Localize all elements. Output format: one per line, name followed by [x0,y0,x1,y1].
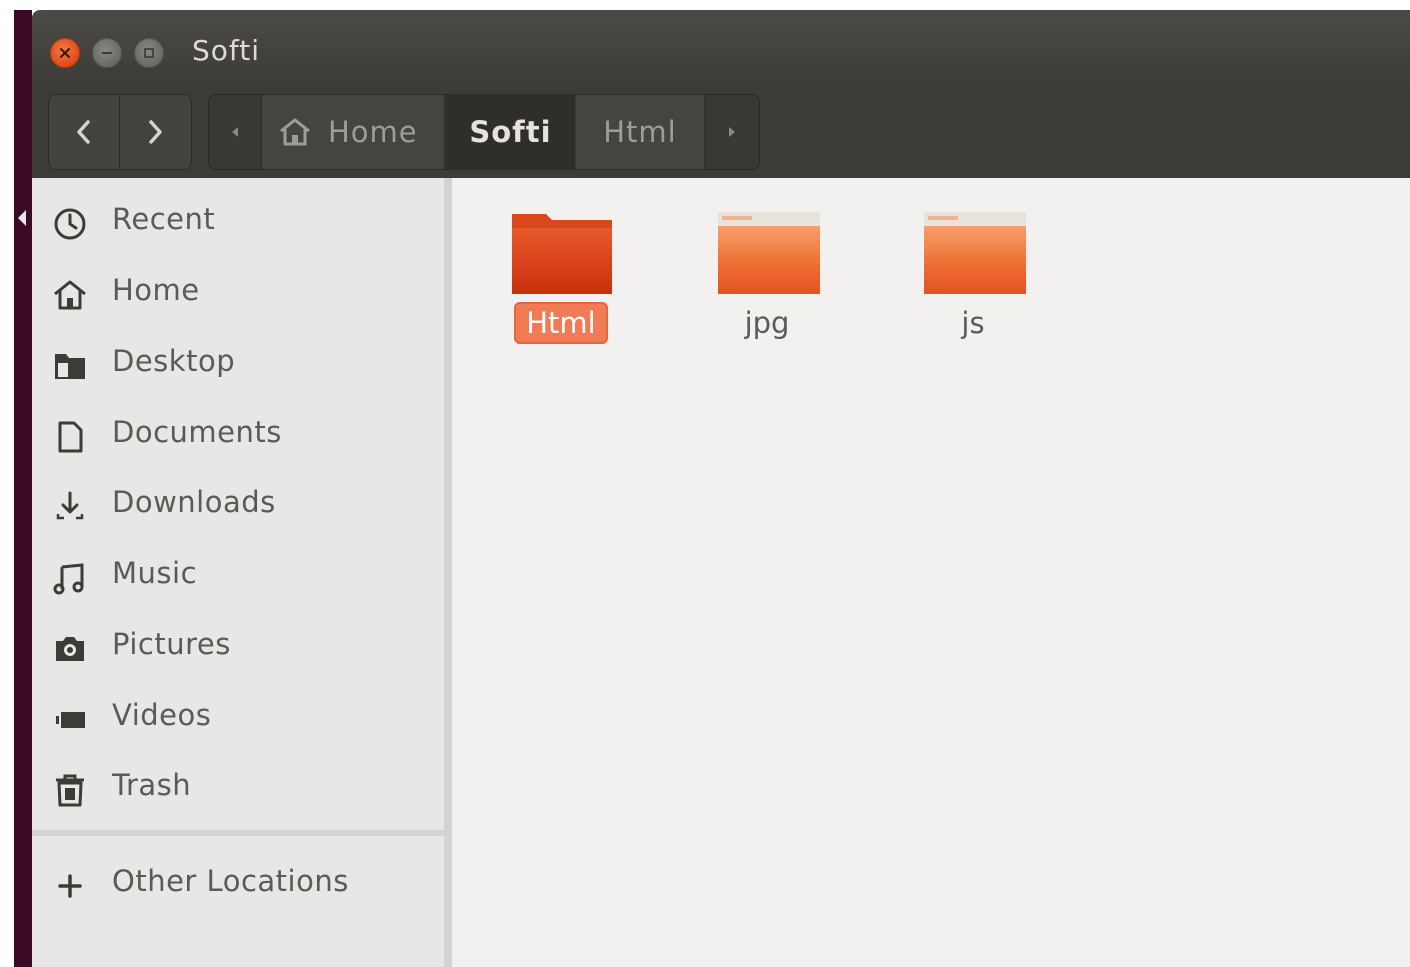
path-scroll-left[interactable] [209,95,262,169]
sidebar-item-recent[interactable]: Recent [32,192,444,252]
sidebar-item-label: Recent [112,202,216,236]
toolbar: Home Softi Html [32,88,1410,179]
close-button[interactable] [50,38,80,68]
navigation-buttons [48,94,192,170]
sidebar-item-documents[interactable]: Documents [32,405,444,465]
folder-item-jpg[interactable]: jpg [702,208,832,358]
sidebar-item-trash[interactable]: Trash [32,758,444,818]
forward-button[interactable] [120,95,190,169]
file-name: js [961,306,985,340]
folder-icon [924,212,1026,294]
chevron-left-icon [77,120,90,144]
sidebar-item-label: Videos [112,698,212,732]
back-button[interactable] [49,95,120,169]
clock-icon [54,208,86,240]
sidebar: Recent Home Desktop Documents Downloads … [32,178,452,967]
minimize-button[interactable] [92,38,122,68]
sidebar-item-home[interactable]: Home [32,263,444,323]
video-icon [56,712,85,728]
folder-item-html[interactable]: Html [496,208,626,358]
path-bar: Home Softi Html [208,94,760,170]
sidebar-item-label: Desktop [112,344,236,378]
music-icon [53,563,84,595]
file-label: Html [496,302,626,344]
camera-icon [56,637,84,661]
desktop-folder-icon [55,354,85,379]
sidebar-item-label: Pictures [112,627,231,661]
file-name: jpg [744,306,790,340]
sidebar-collapse-handle[interactable] [18,210,26,226]
plus-icon [58,874,82,898]
maximize-button[interactable] [134,38,164,68]
sidebar-item-label: Home [112,273,200,307]
triangle-left-icon [232,127,238,137]
folder-icon [512,214,612,294]
desktop-edge [14,10,32,967]
file-view: Html jpg js [452,178,1410,967]
sidebar-item-label: Documents [112,415,282,449]
triangle-right-icon [729,127,735,137]
file-label: jpg [702,306,832,340]
file-label: js [908,306,1038,340]
breadcrumb-softi[interactable]: Softi [446,95,575,169]
sidebar-item-desktop[interactable]: Desktop [32,334,444,394]
sidebar-item-music[interactable]: Music [32,546,444,606]
breadcrumb-home[interactable]: Home [262,95,445,169]
file-name: Html [514,302,608,344]
download-icon [56,491,84,520]
sidebar-item-label: Trash [112,768,192,802]
minimize-icon [102,52,112,54]
folder-icon [718,212,820,294]
file-manager-window: Softi Home Softi Html Recent Home Deskto… [32,10,1410,967]
maximize-icon [144,48,154,58]
trash-icon [56,774,84,807]
document-icon [58,421,83,453]
path-scroll-right[interactable] [705,95,758,169]
sidebar-item-label: Downloads [112,485,276,519]
sidebar-item-label: Other Locations [112,864,349,898]
sidebar-item-pictures[interactable]: Pictures [32,617,444,677]
sidebar-separator [32,830,444,836]
breadcrumb-html[interactable]: Html [576,95,704,169]
sidebar-item-videos[interactable]: Videos [32,688,444,748]
sidebar-item-other-locations[interactable]: Other Locations [32,854,444,914]
sidebar-item-label: Music [112,556,198,590]
home-icon [54,280,86,310]
folder-item-js[interactable]: js [908,208,1038,358]
window-title: Softi [192,34,261,67]
chevron-right-icon [149,120,162,144]
titlebar: Softi [32,10,1410,88]
home-icon [280,118,310,146]
close-icon [60,48,70,58]
sidebar-item-downloads[interactable]: Downloads [32,475,444,535]
breadcrumb-home-label: Home [328,115,418,149]
